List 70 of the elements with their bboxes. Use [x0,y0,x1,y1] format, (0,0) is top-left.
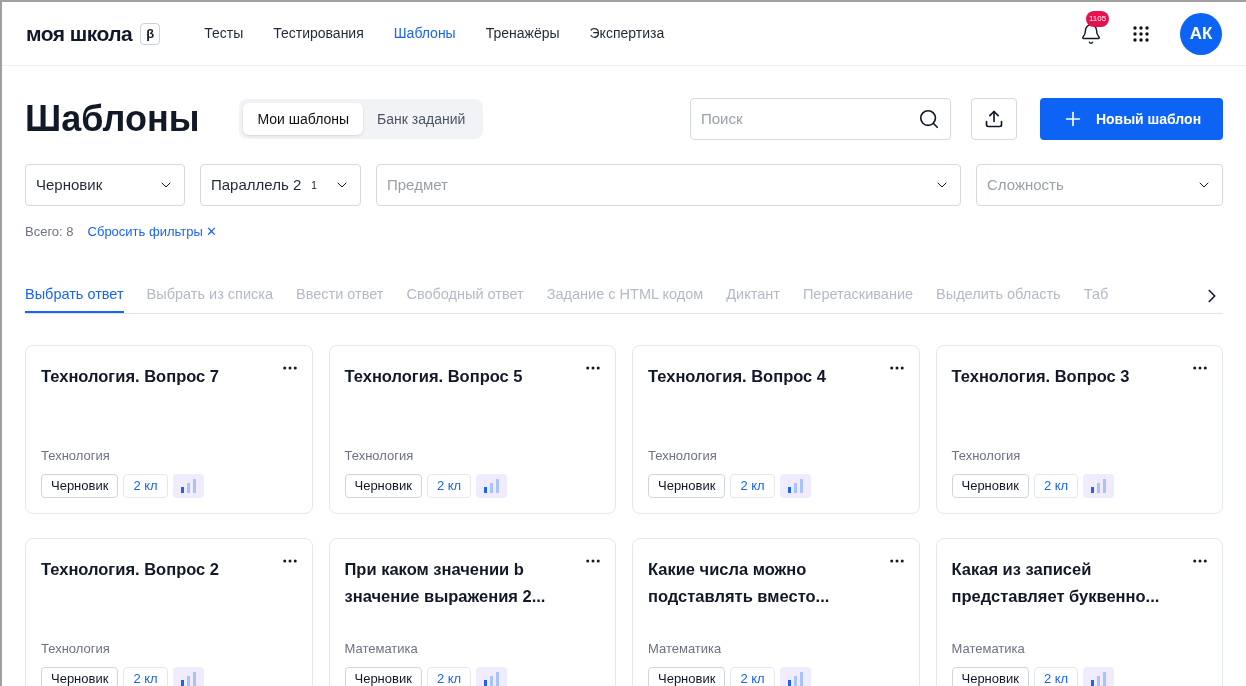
avatar[interactable]: АК [1180,12,1222,55]
card-subject: Технология [344,447,415,465]
bell-icon[interactable] [1080,22,1102,45]
template-card[interactable]: Технология. Вопрос 5 Технология Черновик 2 кл [328,344,616,514]
template-card[interactable]: Технология. Вопрос 4 Технология Черновик 2 кл [632,344,920,514]
filter-dropdown[interactable]: Черновик [25,164,185,206]
filter-placeholder: Предмет [387,174,448,195]
page-title: Шаблоны [25,97,200,141]
card-subject: Технология [41,640,111,658]
grade-tag: 2 кл [1033,666,1079,686]
filter-value: Черновик [36,174,103,195]
grade-tag: 2 кл [123,666,168,686]
type-tab[interactable]: Выбрать ответ [25,279,124,313]
upload-button[interactable] [971,98,1017,140]
card-subject: Математика [648,640,723,658]
card-subject: Технология [41,447,111,465]
reset-filters-link[interactable]: Сбросить фильтры ✕ [87,222,218,242]
template-card[interactable]: При каком значении b значение выражения 2... Математика Черновик 2 кл [328,537,616,686]
filter-value: Параллель 2 [211,174,302,195]
template-card[interactable]: Технология. Вопрос 7 Технология Черновик 2 кл [25,344,313,514]
apps-grid-icon[interactable] [1132,24,1150,43]
card-subject: Математика [344,640,419,658]
grade-tag: 2 кл [1033,473,1079,498]
search-icon[interactable] [918,108,940,130]
status-tag: Черновик [951,473,1029,498]
upload-icon [984,109,1004,129]
search-input[interactable]: Поиск [701,107,918,131]
grade-tag: 2 кл [730,473,775,498]
filter-dropdown[interactable]: Параллель 2 1 [200,164,361,206]
template-card[interactable]: Какая из записей представляет буквенно... Математика Черновик 2 кл [935,537,1223,686]
search-field[interactable]: Поиск [690,98,951,140]
grade-tag: 2 кл [123,473,168,498]
grade-tag: 2 кл [730,666,775,686]
nav-link[interactable]: Тесты [204,23,244,44]
nav-link[interactable]: Тестирования [273,23,364,44]
status-tag: Черновик [648,473,726,498]
template-card[interactable]: Технология. Вопрос 2 Технология Черновик 2 кл [25,537,313,686]
filter-count: 1 [311,178,317,193]
status-tag: Черновик [951,666,1029,686]
grade-tag: 2 кл [426,666,472,686]
total-count: Всего: 8 [25,223,74,241]
template-card[interactable]: Какие числа можно подставлять вместо... Математика Черновик 2 кл [632,537,920,686]
beta-badge: β [140,22,161,45]
status-tag: Черновик [344,473,422,498]
segment-tab[interactable]: Банк заданий [363,103,480,135]
nav-link[interactable]: Тренажёры [485,23,560,44]
template-card[interactable]: Технология. Вопрос 3 Технология Черновик 2 кл [935,344,1223,514]
card-subject: Технология [951,447,1022,465]
status-tag: Черновик [41,666,119,686]
status-tag: Черновик [344,666,422,686]
card-title: Технология. Вопрос 4 [648,365,828,387]
card-title: Технология. Вопрос 3 [951,365,1131,387]
filter-placeholder: Сложность [987,174,1064,195]
card-title: Какие числа можно подставлять вместо... [648,558,831,607]
segment-tab[interactable]: Мои шаблоны [243,103,364,135]
card-subject: Технология [648,447,718,465]
card-title: При каком значении b значение выражения 2... [344,558,547,607]
card-title: Технология. Вопрос 2 [41,558,221,580]
card-title: Какая из записей представляет буквенно... [951,558,1161,607]
nav-link[interactable]: Шаблоны [393,23,456,44]
grade-tag: 2 кл [426,473,472,498]
notification-count: 1105 [1086,10,1110,27]
status-tag: Черновик [41,473,119,498]
logo[interactable]: моя школа [26,17,133,50]
status-tag: Черновик [648,666,726,686]
card-title: Технология. Вопрос 7 [41,365,221,387]
nav-link[interactable]: Экспертиза [589,23,665,44]
card-title: Технология. Вопрос 5 [344,365,524,387]
card-subject: Математика [951,640,1026,658]
new-template-button[interactable]: Новый шаблон [1040,98,1223,140]
